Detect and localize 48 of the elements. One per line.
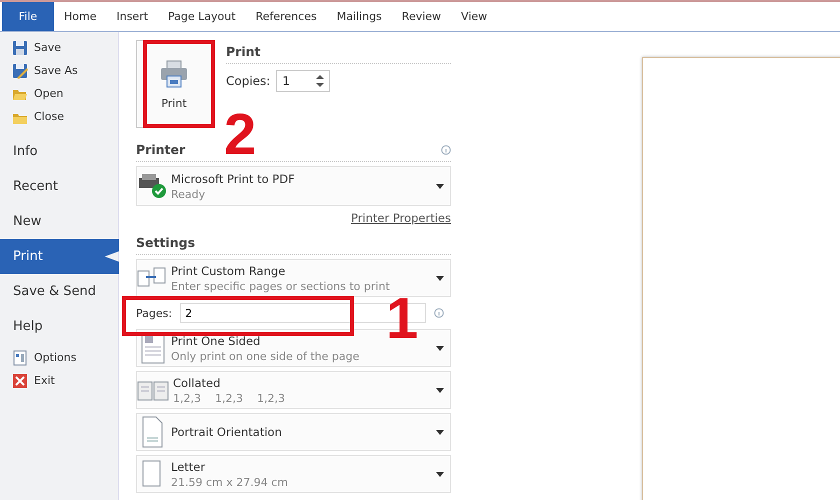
pages-label: Pages: [136, 306, 172, 320]
settings-dropdown[interactable]: Portrait Orientation [136, 413, 451, 451]
ribbon-tab[interactable]: View [451, 2, 498, 31]
dropdown-arrow-icon [436, 276, 444, 280]
dropdown-arrow-icon [436, 346, 444, 350]
save-icon [12, 40, 28, 56]
sidebar-item[interactable]: Print [0, 239, 119, 274]
sidebar-item[interactable]: Recent [0, 169, 119, 204]
ribbon-tab[interactable]: Review [392, 2, 452, 31]
settings-dropdown[interactable]: Letter 21.59 cm x 27.94 cm [136, 455, 451, 493]
info-icon [434, 308, 444, 318]
sidebar-command[interactable]: Save [0, 36, 118, 59]
sidebar-command[interactable]: Save As [0, 59, 118, 82]
ribbon-tab[interactable]: References [246, 2, 327, 31]
copies-spinner[interactable]: 1 [276, 70, 330, 92]
ribbon-tab[interactable]: Mailings [326, 2, 392, 31]
settings-dropdown[interactable]: Print Custom Range Enter specific pages or sections to print [136, 259, 451, 297]
close-icon [12, 372, 28, 388]
sidebar-command[interactable]: Exit [0, 369, 118, 392]
settings-dropdown[interactable]: Collated 1,2,3 1,2,3 1,2,3 [136, 371, 451, 409]
printer-dropdown[interactable]: Microsoft Print to PDF Ready [136, 166, 451, 206]
sidebar-item[interactable]: Info [0, 134, 119, 169]
printer-properties-link[interactable]: Printer Properties [350, 211, 451, 225]
dropdown-arrow-icon [436, 472, 444, 476]
printer-icon [159, 58, 189, 88]
sidebar-item[interactable]: Save & Send [0, 274, 119, 309]
spinner-arrows-icon [316, 74, 324, 88]
dropdown-arrow-icon [436, 430, 444, 434]
step-number: 2 [224, 106, 256, 164]
sidebar-command[interactable]: Close [0, 105, 118, 128]
dropdown-arrow-icon [436, 184, 444, 188]
section-heading: Print [226, 40, 451, 64]
copies-label: Copies: [226, 74, 270, 88]
printer-ready-icon [137, 172, 167, 200]
section-heading: Settings [136, 235, 196, 250]
save-as-icon [12, 62, 28, 78]
sidebar-item[interactable]: New [0, 204, 119, 239]
sidebar-command[interactable]: Open [0, 82, 118, 105]
section-heading: Printer [136, 142, 186, 157]
info-icon [441, 144, 451, 154]
document-icon [12, 350, 28, 366]
ribbon-tab[interactable]: Home [54, 2, 106, 31]
ribbon-tab[interactable]: Insert [106, 2, 158, 31]
dropdown-arrow-icon [436, 388, 444, 392]
sidebar-command[interactable]: Options [0, 346, 118, 369]
ribbon-tab[interactable]: File [2, 2, 54, 31]
sidebar-item[interactable]: Help [0, 309, 119, 344]
ribbon-tab[interactable]: Page Layout [158, 2, 246, 31]
